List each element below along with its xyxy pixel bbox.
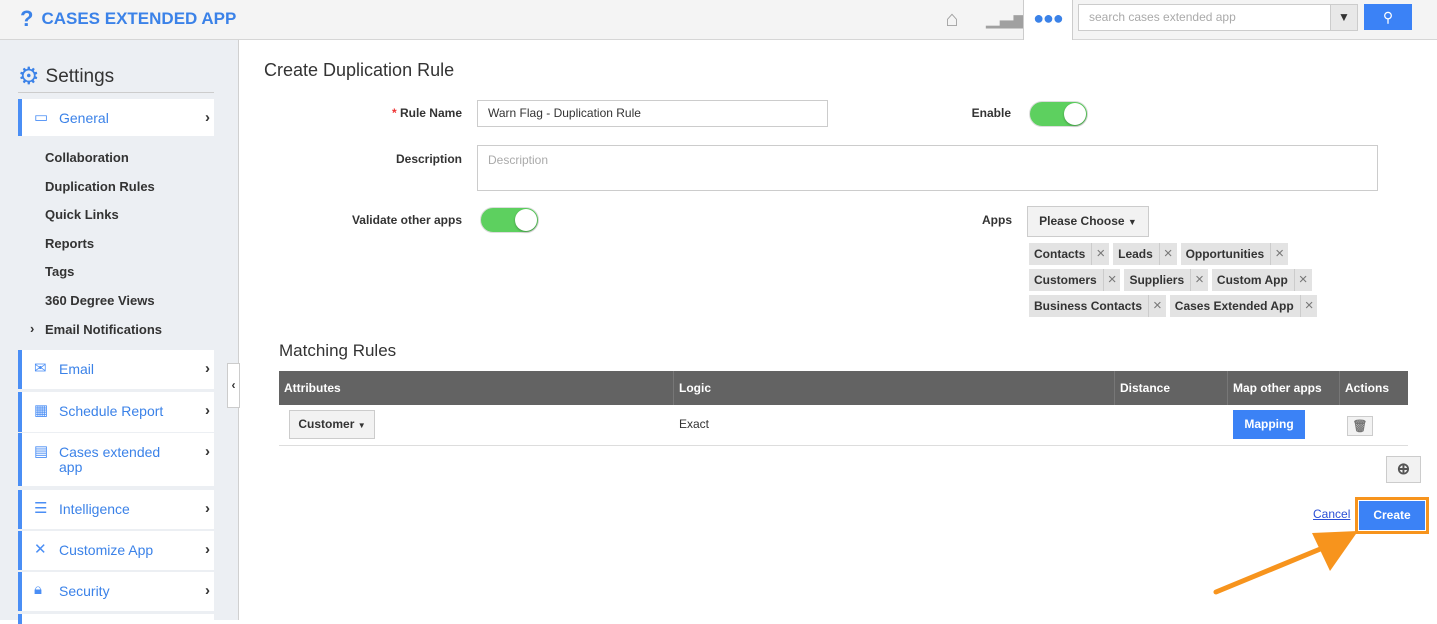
sidebar-item-customize-app[interactable]: ✕ Customize App › bbox=[18, 531, 214, 570]
app-tag: Business Contacts × bbox=[1029, 295, 1166, 317]
column-header: Logic bbox=[674, 371, 1115, 405]
sidebar-sub-quick-links[interactable]: Quick Links bbox=[45, 207, 119, 222]
search-icon: ⚲ bbox=[1382, 9, 1394, 25]
ear-logo-icon: ? bbox=[20, 6, 34, 31]
remove-icon[interactable]: × bbox=[1158, 243, 1177, 265]
column-header: Actions bbox=[1345, 381, 1390, 395]
sidebar-item-intelligence[interactable]: ☰ Intelligence › bbox=[18, 490, 214, 529]
search-input[interactable]: search cases extended app bbox=[1078, 4, 1331, 31]
validate-other-apps-label: Validate other apps bbox=[351, 213, 462, 227]
tools-icon: ✕ bbox=[34, 541, 47, 558]
remove-icon[interactable]: × bbox=[1270, 243, 1288, 265]
sidebar-item-email[interactable]: ✉ Email › bbox=[18, 350, 214, 389]
top-header: ? CASES EXTENDED APP ⌂ ▁▃▅ ●●● search ca… bbox=[0, 0, 1437, 40]
chevron-right-icon: › bbox=[205, 541, 210, 558]
sidebar-sub-duplication-rules[interactable]: Duplication Rules bbox=[45, 179, 155, 194]
description-textarea[interactable]: Description bbox=[477, 145, 1378, 191]
chevron-right-icon: › bbox=[205, 402, 210, 419]
monitor-icon: ▭ bbox=[34, 109, 49, 126]
remove-icon[interactable]: × bbox=[1102, 269, 1121, 291]
rule-name-label: * Rule Name bbox=[391, 106, 462, 120]
table-header: Attributes Logic Distance Map other apps… bbox=[279, 371, 1408, 405]
app-title: CASES EXTENDED APP bbox=[41, 9, 237, 28]
chevron-right-icon: › bbox=[205, 109, 210, 126]
sidebar-item-schedule-report[interactable]: ▦ Schedule Report › bbox=[18, 392, 214, 432]
logic-value: Exact bbox=[679, 417, 710, 431]
lock-icon: 🔒︎ bbox=[34, 581, 42, 598]
column-header: Attributes bbox=[279, 371, 674, 405]
app-tag: Custom App × bbox=[1211, 269, 1312, 291]
app-tag: Customers × bbox=[1029, 269, 1121, 291]
chevron-right-icon: › bbox=[205, 500, 210, 517]
app-brand[interactable]: ? CASES EXTENDED APP bbox=[20, 6, 236, 32]
settings-heading: ⚙ Settings bbox=[18, 63, 115, 90]
page-title: Create Duplication Rule bbox=[264, 60, 455, 80]
envelope-icon: ✉ bbox=[34, 360, 47, 377]
more-icon[interactable]: ●●● bbox=[1023, 0, 1073, 40]
chart-icon[interactable]: ▁▃▅ bbox=[986, 8, 1028, 34]
trash-icon[interactable]: 🗑︎ bbox=[1347, 416, 1373, 436]
caret-down-icon: ▼ bbox=[357, 421, 366, 430]
remove-icon[interactable]: × bbox=[1190, 269, 1208, 291]
remove-icon[interactable]: × bbox=[1299, 295, 1318, 317]
chevron-right-icon: › bbox=[205, 360, 210, 377]
app-tag: Leads × bbox=[1113, 243, 1177, 265]
description-label: Description bbox=[395, 152, 462, 166]
sidebar-sub-collaboration[interactable]: Collaboration bbox=[45, 150, 129, 165]
sidebar-sub-email-notifications[interactable]: Email Notifications bbox=[45, 322, 162, 337]
search-dropdown-chevron-icon[interactable]: ▼ bbox=[1330, 4, 1358, 31]
plus-icon: ⊕ bbox=[1396, 461, 1411, 478]
chevron-right-icon: › bbox=[205, 443, 210, 460]
lines-icon: ☰ bbox=[34, 500, 48, 517]
sidebar-sub-tags[interactable]: Tags bbox=[45, 264, 74, 279]
remove-icon[interactable]: × bbox=[1293, 269, 1312, 291]
add-rule-button[interactable]: ⊕ bbox=[1386, 456, 1421, 483]
matching-rules-title: Matching Rules bbox=[279, 341, 397, 360]
column-header: Distance bbox=[1115, 371, 1228, 405]
home-icon[interactable]: ⌂ bbox=[939, 6, 965, 32]
attribute-dropdown[interactable]: Customer ▼ bbox=[289, 410, 375, 439]
apps-label: Apps bbox=[982, 213, 1012, 227]
column-header: Map other apps bbox=[1228, 371, 1340, 405]
chevron-right-icon: › bbox=[30, 321, 35, 336]
enable-label: Enable bbox=[971, 106, 1011, 120]
arrow-annotation-icon bbox=[1213, 531, 1358, 595]
chevron-right-icon: › bbox=[205, 582, 210, 599]
app-tag: Cases Extended App × bbox=[1169, 295, 1318, 317]
remove-icon[interactable]: × bbox=[1148, 295, 1166, 317]
sidebar-sub-reports[interactable]: Reports bbox=[45, 236, 94, 251]
apps-dropdown[interactable]: Please Choose ▼ bbox=[1027, 206, 1149, 237]
collapse-sidebar-button[interactable]: ‹ bbox=[227, 363, 240, 408]
table-row: Customer ▼ Exact Mapping 🗑︎ bbox=[279, 405, 1408, 446]
caret-down-icon: ▼ bbox=[1127, 217, 1137, 227]
divider bbox=[18, 92, 214, 93]
app-tag: Contacts × bbox=[1029, 243, 1110, 265]
app-tag: Opportunities × bbox=[1180, 243, 1288, 265]
sidebar-item-security[interactable]: 🔒︎ Security › bbox=[18, 572, 214, 611]
sidebar-item-cases-extended-app[interactable]: ▤ Cases extended app › bbox=[18, 433, 214, 486]
search-button[interactable]: ⚲ bbox=[1364, 4, 1412, 30]
mapping-button[interactable]: Mapping bbox=[1233, 410, 1305, 439]
window-icon: ▤ bbox=[34, 443, 49, 460]
gear-icon: ⚙ bbox=[18, 63, 40, 90]
cancel-link[interactable]: Cancel bbox=[1313, 507, 1350, 521]
rule-name-input[interactable]: Warn Flag - Duplication Rule bbox=[477, 100, 828, 127]
sidebar-item-more[interactable] bbox=[18, 614, 214, 624]
sidebar-item-general[interactable]: ▭ General › bbox=[18, 99, 214, 136]
remove-icon[interactable]: × bbox=[1091, 243, 1109, 265]
validate-other-apps-toggle[interactable] bbox=[480, 207, 539, 233]
enable-toggle[interactable] bbox=[1029, 101, 1088, 127]
app-tag: Suppliers × bbox=[1124, 269, 1208, 291]
apps-tags: Contacts × Leads × Opportunities × Customer… bbox=[1029, 243, 1329, 317]
sidebar-sub-360-views[interactable]: 360 Degree Views bbox=[45, 293, 155, 308]
calendar-chart-icon: ▦ bbox=[34, 402, 49, 419]
